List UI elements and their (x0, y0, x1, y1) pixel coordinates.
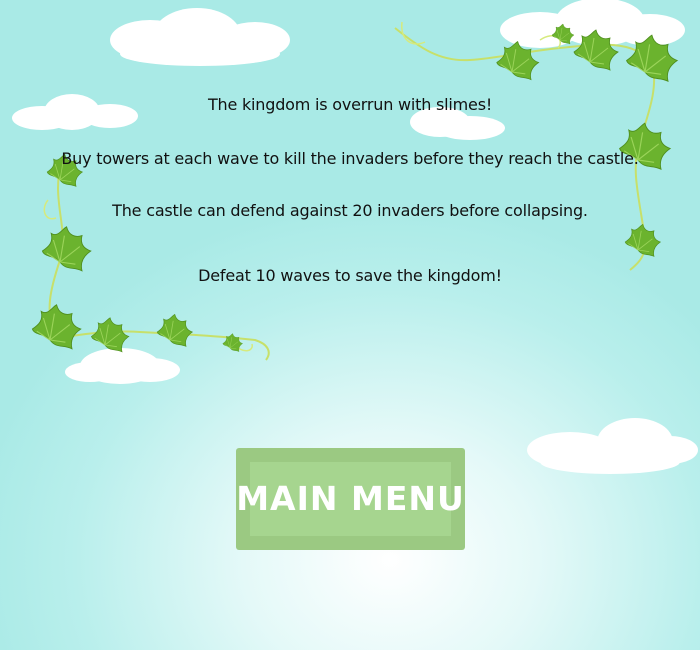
intro-line-1: The kingdom is overrun with slimes! (207, 95, 493, 114)
main-menu-button-label: MAIN MENU (236, 479, 465, 518)
intro-line-3: The castle can defend against 20 invader… (112, 201, 588, 220)
intro-line-2: Buy towers at each wave to kill the inva… (61, 149, 639, 168)
main-menu-button[interactable]: MAIN MENU (236, 448, 465, 550)
vine-left (31, 153, 270, 361)
game-screen: The kingdom is overrun with slimes! Buy … (0, 0, 700, 650)
vine-top-right (394, 21, 678, 271)
intro-line-4: Defeat 10 waves to save the kingdom! (198, 266, 502, 285)
